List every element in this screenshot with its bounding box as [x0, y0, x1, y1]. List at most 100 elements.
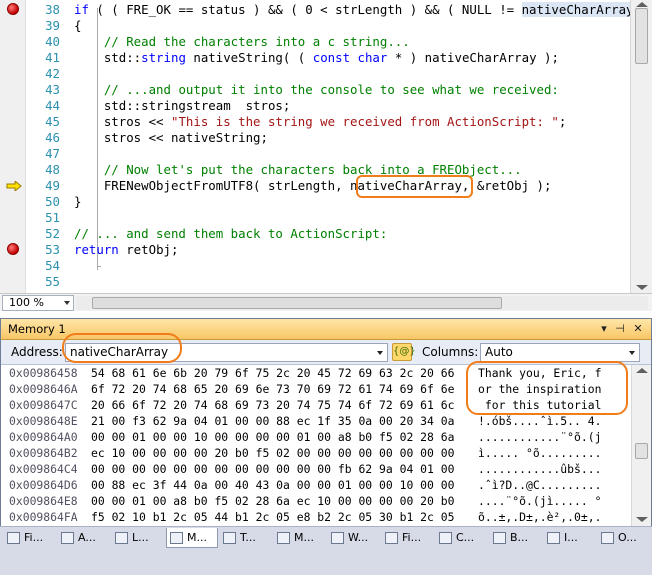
memory-address: 0x009864E8	[9, 494, 78, 508]
line-number: 50	[45, 194, 60, 209]
tab-binoculars[interactable]: Fi...	[4, 528, 56, 548]
memory-bytes: 00 00 01 00 00 10 00 00 00 00 01 00 a8 b…	[91, 430, 455, 444]
tab-label: I...	[564, 531, 578, 544]
code-line[interactable]: 40 // Read the characters into a c strin…	[26, 34, 630, 50]
memory-row[interactable]: 0x009864B2 ec 10 00 00 00 00 20 b0 f5 02 …	[1, 445, 631, 461]
scrollbar-thumb[interactable]	[635, 8, 648, 64]
editor-status-row: 100 %	[0, 293, 652, 311]
scroll-down-icon[interactable]	[636, 285, 648, 290]
tab-immediate[interactable]: I...	[544, 528, 596, 548]
code-line[interactable]: 47	[26, 146, 630, 162]
tab-autos[interactable]: A...	[58, 528, 110, 548]
tab-label: C...	[456, 531, 475, 544]
zoom-dropdown[interactable]: 100 %	[2, 295, 74, 311]
reevaluate-icon[interactable]: {@}	[392, 343, 416, 361]
code-editor[interactable]: 38 if ( ( FRE_OK == status ) && ( 0 < str…	[0, 0, 652, 294]
code-text: FRENewObjectFromUTF8( strLength, nativeC…	[74, 178, 552, 193]
code-line[interactable]: 55	[26, 274, 630, 290]
memory-row[interactable]: 0x009864D6 00 88 ec 3f 44 0a 00 40 43 0a …	[1, 477, 631, 493]
line-number: 49	[45, 178, 60, 193]
memory-row[interactable]: 0x00986458 54 68 61 6e 6b 20 79 6f 75 2c …	[1, 365, 631, 381]
scrollbar-thumb[interactable]	[635, 443, 648, 459]
code-line[interactable]: 42	[26, 66, 630, 82]
memory-address: 0x009864C4	[9, 462, 78, 476]
scroll-up-icon[interactable]	[636, 2, 648, 7]
breakpoint-icon[interactable]	[7, 243, 19, 255]
memory-row[interactable]: 0x0098647C 20 66 6f 72 20 74 68 69 73 20 …	[1, 397, 631, 413]
memory-row[interactable]: 0x0098646A 6f 72 20 74 68 65 20 69 6e 73 …	[1, 381, 631, 397]
memory-row[interactable]: 0x009864C4 00 00 00 00 00 00 00 00 00 00 …	[1, 461, 631, 477]
tab-locals[interactable]: L...	[112, 528, 164, 548]
memory-bytes: 00 88 ec 3f 44 0a 00 40 43 0a 00 00 01 0…	[91, 478, 455, 492]
code-line[interactable]: 41 std::string nativeString( ( const cha…	[26, 50, 630, 66]
code-text: // ... and send them back to ActionScrip…	[74, 226, 388, 241]
code-line[interactable]: 39 {	[26, 18, 630, 34]
tab-breakpoints[interactable]: B...	[490, 528, 542, 548]
editor-gutter[interactable]	[0, 0, 26, 294]
code-line[interactable]: 43 // ...and output it into the console …	[26, 82, 630, 98]
memory-grid[interactable]: 0x00986458 54 68 61 6e 6b 20 79 6f 75 2c …	[1, 365, 631, 526]
line-number: 41	[45, 50, 60, 65]
code-line[interactable]: 44 std::stringstream stros;	[26, 98, 630, 114]
memory-bytes: f5 02 10 b1 2c 05 44 b1 2c 05 e8 b2 2c 0…	[91, 510, 455, 524]
memory-ascii: ....¨°õ.(jì..... °	[478, 494, 602, 508]
code-line[interactable]: 51	[26, 210, 630, 226]
close-icon[interactable]: ✕	[631, 321, 645, 336]
columns-dropdown[interactable]: Auto	[480, 343, 640, 362]
tab-threads[interactable]: T...	[220, 528, 272, 548]
code-line[interactable]: 49 FRENewObjectFromUTF8( strLength, nati…	[26, 178, 630, 194]
scrollbar-thumb[interactable]	[92, 297, 502, 309]
memory-row[interactable]: 0x0098648E 21 00 f3 62 9a 04 01 00 00 88 …	[1, 413, 631, 429]
modules-icon	[277, 532, 290, 544]
code-line[interactable]: 53 return retObj;	[26, 242, 630, 258]
line-number: 39	[45, 18, 60, 33]
memory-address: 0x0098647C	[9, 398, 78, 412]
tab-watch[interactable]: W...	[328, 528, 380, 548]
tool-window-tabs: Fi... A... L... M... T... M... W... Fi... C... B.…	[0, 526, 652, 548]
breakpoint-icon[interactable]	[7, 3, 19, 15]
binoculars-icon	[7, 532, 20, 544]
scroll-up-icon[interactable]	[636, 368, 648, 373]
memory-bytes: 21 00 f3 62 9a 04 01 00 00 88 ec 1f 35 0…	[91, 414, 455, 428]
memory-vertical-scrollbar[interactable]	[631, 365, 651, 526]
tab-memory[interactable]: M...	[166, 528, 218, 548]
line-number: 55	[45, 274, 60, 289]
tab-output[interactable]: O...	[598, 528, 650, 548]
code-line[interactable]: 45 stros << "This is the string we recei…	[26, 114, 630, 130]
memory-row[interactable]: 0x009864E8 00 00 01 00 a8 b0 f5 02 28 6a …	[1, 493, 631, 509]
code-line[interactable]: 46 stros << nativeString;	[26, 130, 630, 146]
tab-find-results[interactable]: Fi...	[382, 528, 434, 548]
chevron-down-icon	[629, 351, 635, 355]
line-number: 44	[45, 98, 60, 113]
tab-label: W...	[348, 531, 369, 544]
columns-value: Auto	[485, 345, 513, 359]
memory-bytes: 00 00 00 00 00 00 00 00 00 00 00 00 fb 6…	[91, 462, 455, 476]
editor-horizontal-scrollbar[interactable]	[76, 296, 648, 310]
line-number: 43	[45, 82, 60, 97]
call-stack-icon	[439, 532, 452, 544]
memory-bytes: ec 10 00 00 00 00 20 b0 f5 02 00 00 00 0…	[91, 446, 455, 460]
memory-address: 0x009864FA	[9, 510, 78, 524]
memory-row[interactable]: 0x009864A0 00 00 01 00 00 10 00 00 00 00 …	[1, 429, 631, 445]
code-line[interactable]: 52 // ... and send them back to ActionScr…	[26, 226, 630, 242]
locals-icon	[115, 532, 128, 544]
memory-window-titlebar[interactable]: Memory 1 ▾ ⊣ ✕	[1, 319, 651, 340]
code-area[interactable]: 38 if ( ( FRE_OK == status ) && ( 0 < str…	[26, 0, 630, 290]
tab-modules[interactable]: M...	[274, 528, 326, 548]
line-number: 47	[45, 146, 60, 161]
line-number: 48	[45, 162, 60, 177]
code-line[interactable]: 50}	[26, 194, 630, 210]
pin-icon[interactable]: ⊣	[613, 321, 627, 336]
scroll-down-icon[interactable]	[636, 517, 648, 522]
memory-ascii: Thank you, Eric, f	[478, 366, 602, 380]
code-line[interactable]: 54	[26, 258, 630, 274]
code-line[interactable]: 48 // Now let's put the characters back …	[26, 162, 630, 178]
code-line[interactable]: 38 if ( ( FRE_OK == status ) && ( 0 < str…	[26, 2, 630, 18]
dropdown-menu-icon[interactable]: ▾	[597, 321, 611, 336]
autos-icon	[61, 532, 74, 544]
tab-call-stack[interactable]: C...	[436, 528, 488, 548]
editor-vertical-scrollbar[interactable]	[630, 0, 652, 294]
code-text: if ( ( FRE_OK == status ) && ( 0 < strLe…	[74, 2, 630, 18]
memory-row[interactable]: 0x009864FA f5 02 10 b1 2c 05 44 b1 2c 05 …	[1, 509, 631, 525]
address-input[interactable]: nativeCharArray	[65, 343, 388, 362]
